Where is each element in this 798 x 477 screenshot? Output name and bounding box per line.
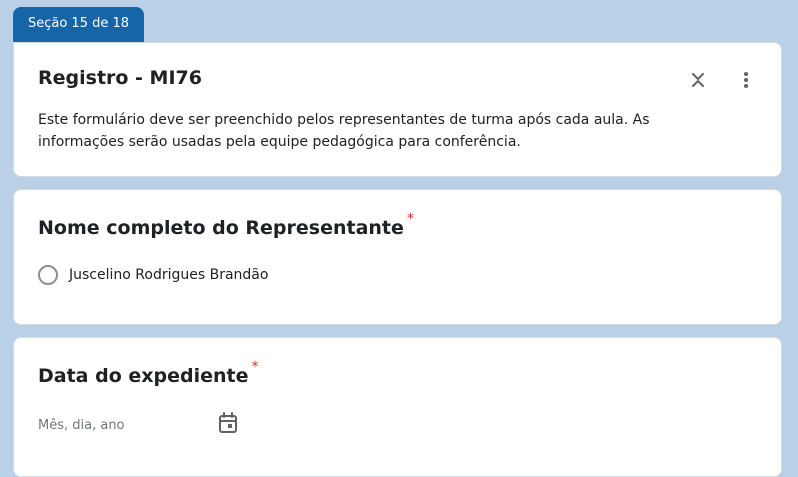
form-title: Registro - MI76 bbox=[38, 67, 202, 89]
question-card-data: Data do expediente * Mês, dia, ano bbox=[13, 337, 782, 477]
question-title-text: Nome completo do Representante bbox=[38, 217, 404, 239]
required-asterisk: * bbox=[251, 359, 259, 375]
section-tab: Seção 15 de 18 bbox=[13, 7, 144, 43]
form-description: Este formulário deve ser preenchido pelo… bbox=[38, 112, 650, 150]
more-vert-icon[interactable] bbox=[734, 67, 758, 93]
calendar-icon[interactable] bbox=[218, 412, 238, 438]
question-title-text: Data do expediente bbox=[38, 365, 249, 387]
question-card-representante: Nome completo do Representante * Juscelin… bbox=[13, 189, 782, 325]
collapse-icon[interactable] bbox=[686, 67, 710, 93]
radio-button[interactable] bbox=[38, 265, 58, 285]
section-tab-label: Seção 15 de 18 bbox=[27, 16, 130, 31]
question-title: Nome completo do Representante * bbox=[38, 211, 414, 239]
required-asterisk: * bbox=[406, 211, 414, 227]
question-title: Data do expediente * bbox=[38, 359, 259, 387]
radio-option-label: Juscelino Rodrigues Brandão bbox=[69, 267, 269, 283]
date-input[interactable]: Mês, dia, ano bbox=[38, 410, 238, 440]
radio-option[interactable]: Juscelino Rodrigues Brandão bbox=[38, 265, 268, 285]
date-placeholder: Mês, dia, ano bbox=[38, 417, 125, 433]
form-header-card: Registro - MI76 Este formulário deve ser… bbox=[13, 42, 782, 177]
